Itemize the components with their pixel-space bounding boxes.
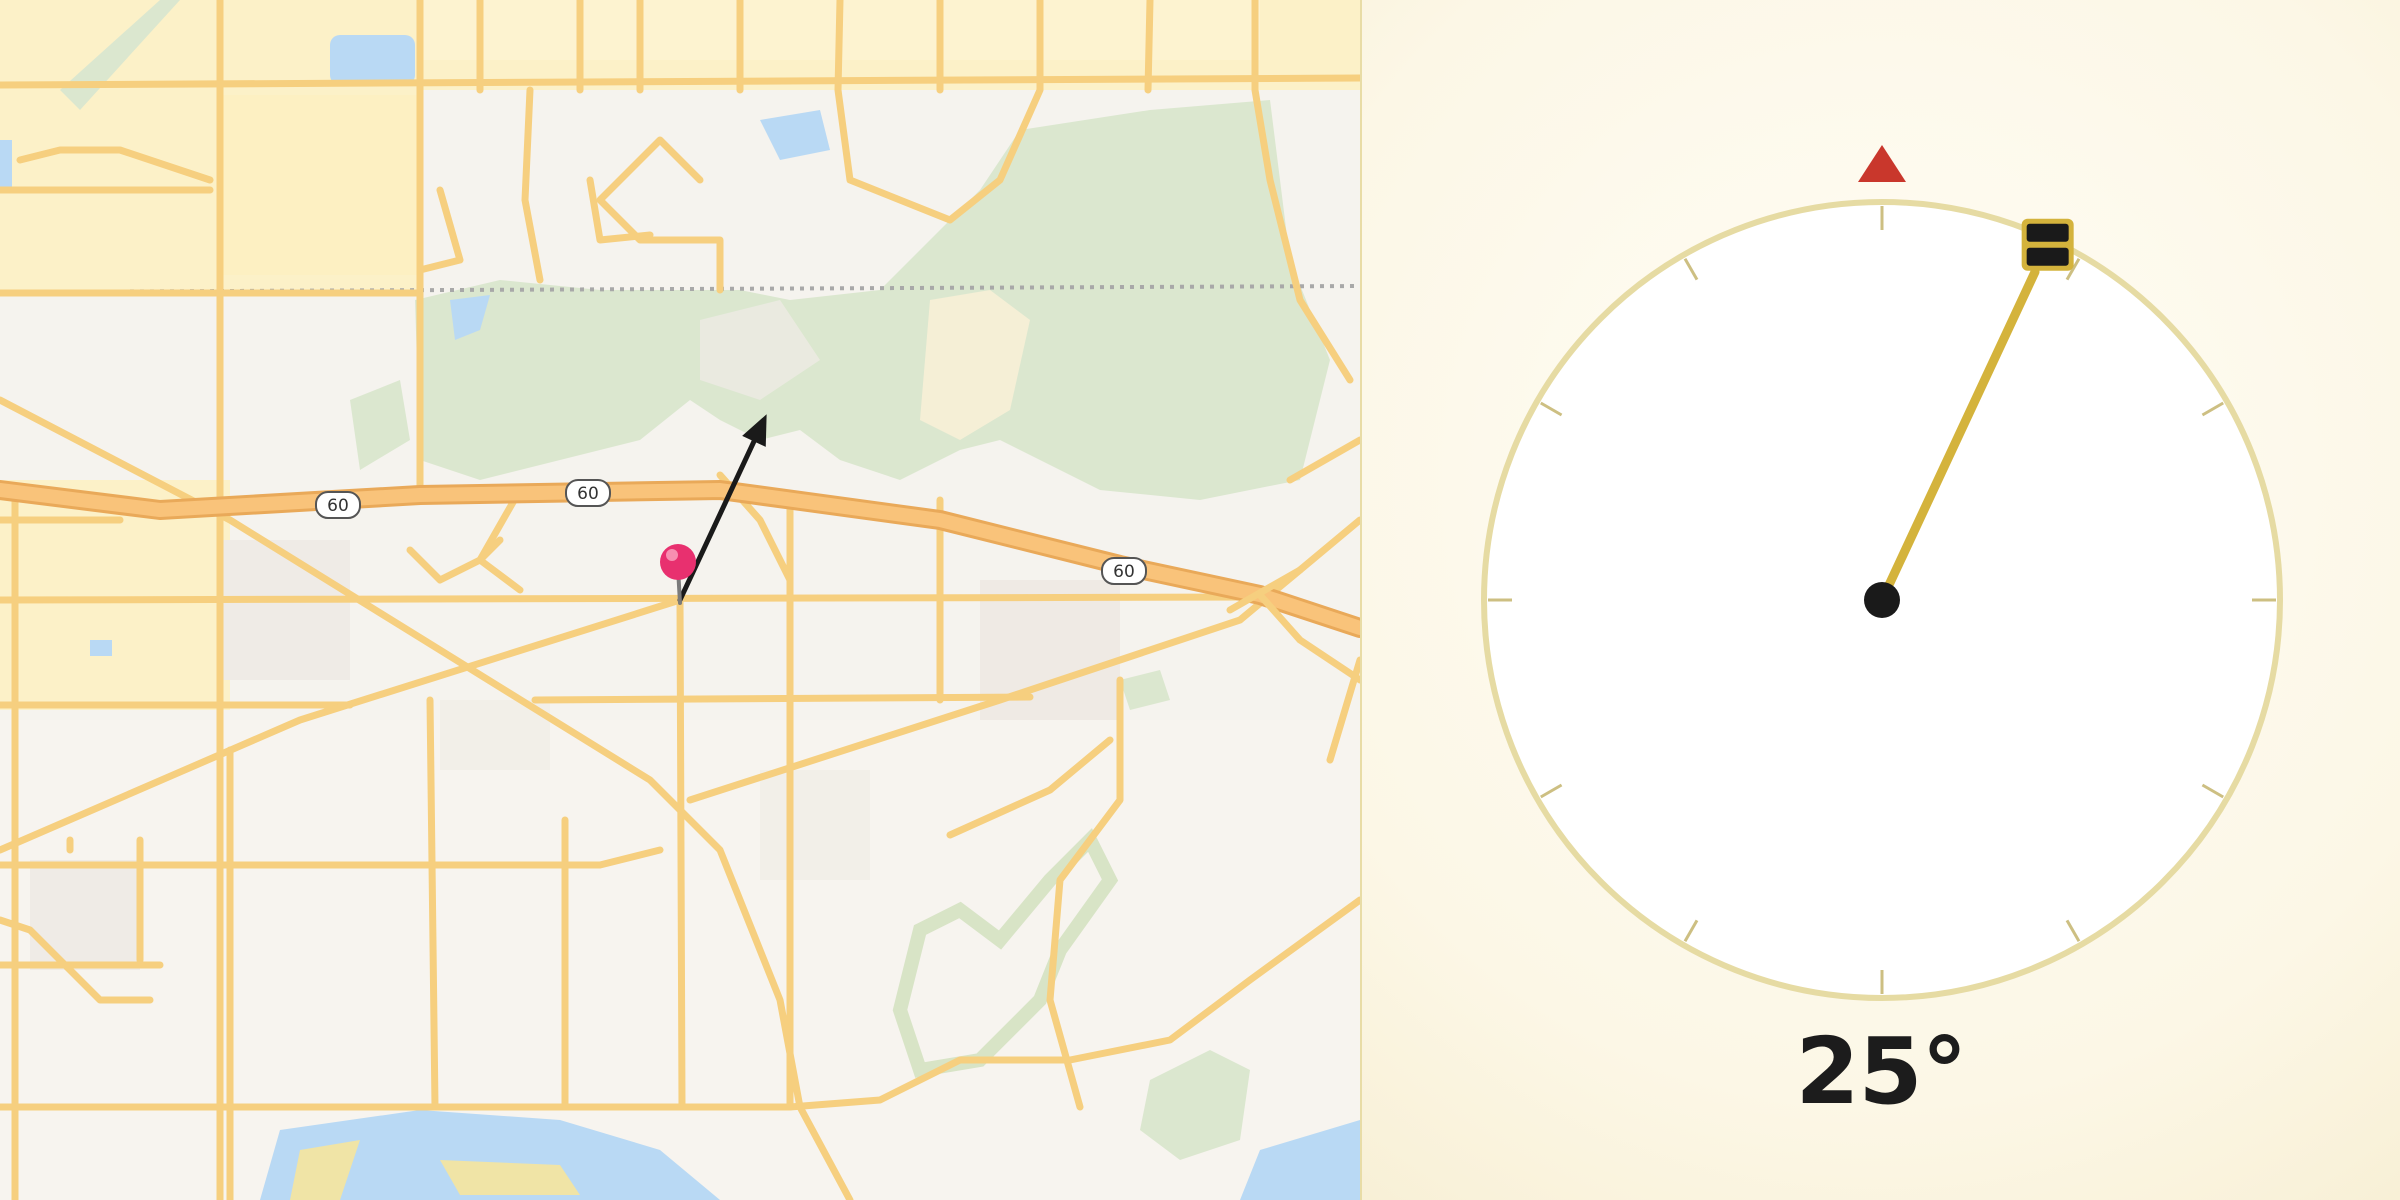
svg-text:60: 60 (327, 496, 349, 516)
route-shield-60-center: 60 (565, 479, 611, 507)
route-shield-60-west: 60 (315, 491, 361, 519)
route-shield-60-east: 60 (1101, 557, 1147, 585)
svg-text:60: 60 (1113, 562, 1135, 582)
location-pin-icon[interactable] (660, 544, 696, 605)
map-view[interactable]: 60 60 60 (0, 0, 1360, 1200)
svg-text:60: 60 (577, 484, 599, 504)
heading-readout: 25° (1795, 1018, 1967, 1125)
north-marker-icon (1858, 145, 1906, 182)
map-canvas[interactable]: 60 60 60 (0, 0, 1360, 1200)
heading-arrow (677, 414, 767, 603)
compass-panel: 25° (1362, 0, 2400, 1200)
needle-drag-handle-icon[interactable] (2021, 218, 2074, 271)
compass-pivot (1864, 582, 1900, 618)
